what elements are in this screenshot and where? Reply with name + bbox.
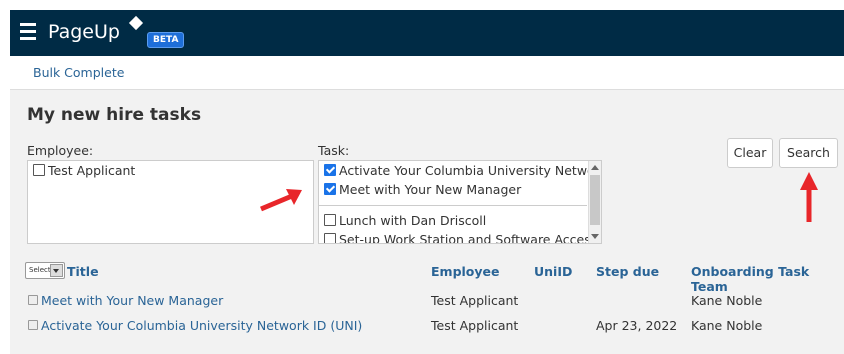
select-label: Select [29, 266, 51, 274]
page-title: My new hire tasks [27, 105, 202, 125]
task-option[interactable]: Meet with Your New Manager [324, 182, 521, 197]
scroll-up-icon[interactable] [591, 165, 599, 170]
employee-option-label: Test Applicant [48, 163, 136, 178]
row-step-due-cell: Apr 23, 2022 [596, 318, 678, 333]
beta-badge: BETA [147, 32, 185, 48]
row-title-cell[interactable]: Meet with Your New Manager [28, 293, 223, 308]
table-row[interactable]: Meet with Your New Manager Test Applican… [10, 288, 844, 312]
task-option-label: Meet with Your New Manager [339, 182, 522, 197]
row-checkbox-icon[interactable] [28, 295, 38, 305]
task-label: Task: [318, 143, 350, 158]
row-team-cell: Kane Noble [691, 318, 763, 333]
task-option[interactable]: Lunch with Dan Driscoll [324, 213, 486, 228]
scroll-thumb[interactable] [590, 175, 600, 225]
clear-button[interactable]: Clear [727, 138, 773, 168]
annotation-arrow-icon [260, 189, 302, 212]
employee-option[interactable]: Test Applicant [33, 163, 135, 178]
option-divider [319, 205, 587, 206]
bulk-select-dropdown[interactable]: Select [25, 262, 65, 279]
bulk-complete-link[interactable]: Bulk Complete [33, 65, 124, 80]
task-option[interactable]: Activate Your Columbia University Networ… [324, 163, 602, 178]
employee-label: Employee: [27, 143, 94, 158]
chevron-down-icon[interactable] [50, 264, 63, 277]
checkbox-icon[interactable] [33, 164, 45, 176]
search-button[interactable]: Search [779, 138, 838, 168]
column-header-employee[interactable]: Employee [431, 264, 500, 279]
checkbox-checked-icon[interactable] [324, 164, 336, 176]
scroll-down-icon[interactable] [591, 234, 599, 239]
row-employee-cell: Test Applicant [431, 293, 519, 308]
task-option[interactable]: Set-up Work Station and Software Access [324, 232, 598, 244]
sub-navigation: Bulk Complete [10, 56, 844, 90]
hamburger-menu-icon[interactable] [20, 23, 36, 40]
task-listbox[interactable]: Activate Your Columbia University Networ… [318, 160, 602, 244]
table-row[interactable]: Activate Your Columbia University Networ… [10, 313, 844, 337]
top-bar: PageUp BETA [10, 10, 844, 56]
task-option-label: Set-up Work Station and Software Access [339, 232, 598, 244]
row-title-cell[interactable]: Activate Your Columbia University Networ… [28, 318, 362, 333]
task-option-label: Activate Your Columbia University Networ… [339, 163, 602, 178]
row-title-link[interactable]: Meet with Your New Manager [41, 293, 223, 308]
row-title-link[interactable]: Activate Your Columbia University Networ… [41, 318, 362, 333]
task-option-label: Lunch with Dan Driscoll [339, 213, 487, 228]
column-header-step-due[interactable]: Step due [596, 264, 659, 279]
checkbox-checked-icon[interactable] [324, 183, 336, 195]
pageup-logo[interactable]: PageUp [48, 21, 120, 43]
annotation-arrow-icon [800, 172, 818, 222]
row-checkbox-icon[interactable] [28, 320, 38, 330]
column-header-title[interactable]: Title [67, 264, 99, 279]
row-employee-cell: Test Applicant [431, 318, 519, 333]
row-team-cell: Kane Noble [691, 293, 763, 308]
task-scrollbar[interactable] [588, 161, 601, 243]
checkbox-icon[interactable] [324, 214, 336, 226]
column-header-uniid[interactable]: UniID [534, 264, 572, 279]
checkbox-icon[interactable] [324, 233, 336, 243]
logo-diamond-icon [128, 15, 144, 31]
